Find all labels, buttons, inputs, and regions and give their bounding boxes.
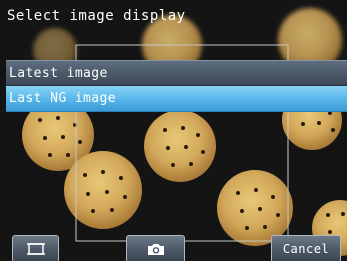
menu-item-label: Last NG image — [9, 91, 116, 106]
camera-icon — [147, 242, 165, 256]
page-title: Select image display — [7, 8, 186, 24]
frame-adjust-icon — [26, 241, 46, 257]
frame-adjust-button[interactable] — [12, 235, 59, 261]
camera-button[interactable] — [126, 235, 185, 261]
camera-image — [0, 0, 347, 261]
cancel-button-label: Cancel — [282, 241, 330, 256]
menu-item-latest-image[interactable]: Latest image — [6, 60, 347, 86]
image-display-menu: Latest image Last NG image — [6, 60, 347, 112]
menu-item-last-ng-image[interactable]: Last NG image — [6, 86, 347, 112]
cancel-button[interactable]: Cancel — [271, 235, 341, 261]
menu-item-label: Latest image — [9, 66, 108, 81]
screen: Select image display Latest image Last N… — [0, 0, 347, 261]
